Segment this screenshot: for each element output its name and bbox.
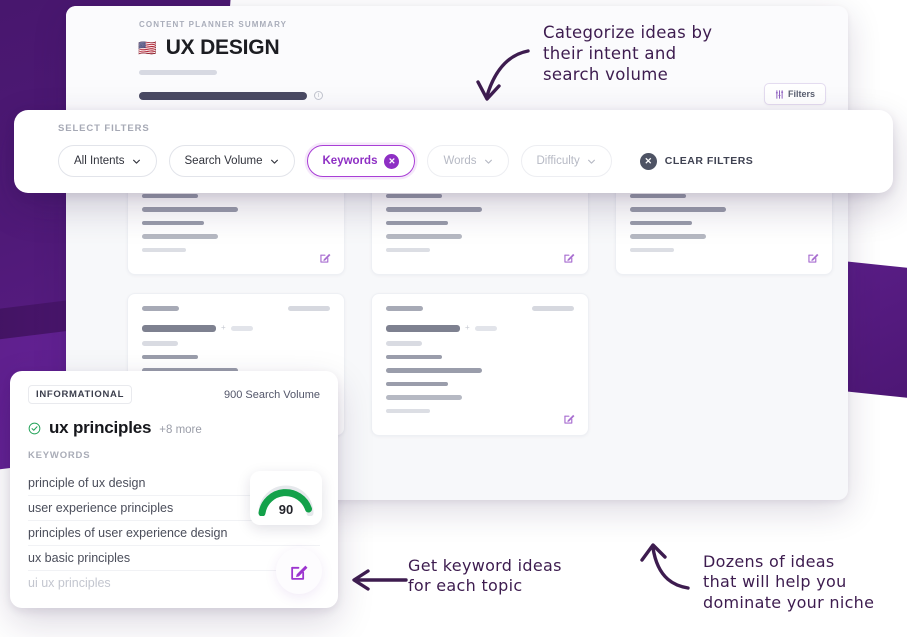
- skeleton-volume-bar: [532, 306, 574, 311]
- skeleton-line: [386, 341, 422, 346]
- filter-pill-label: Words: [443, 155, 477, 167]
- skeleton-line: [386, 193, 442, 198]
- header-placeholder-bar: [139, 70, 217, 75]
- filter-pill-difficulty[interactable]: Difficulty: [520, 145, 612, 177]
- chevron-down-icon: [270, 159, 278, 164]
- edit-pencil-icon[interactable]: [563, 412, 576, 425]
- arrow-bottom-left-annotation: [352, 569, 408, 591]
- info-icon[interactable]: i: [314, 91, 323, 100]
- gauge-score-value: 90: [278, 502, 294, 517]
- skeleton-card[interactable]: +: [371, 293, 589, 436]
- skeleton-intent-bar: [142, 306, 179, 311]
- keyword-card-header: INFORMATIONAL 900 Search Volume: [28, 385, 320, 404]
- skeleton-line: [630, 247, 674, 252]
- skeleton-keyword-row: +: [386, 324, 574, 332]
- skeleton-line: [142, 247, 186, 252]
- edit-pencil-icon: [290, 565, 307, 580]
- skeleton-line: [142, 354, 198, 359]
- skeleton-line: [630, 193, 686, 198]
- filters-button-label: Filters: [787, 89, 815, 99]
- page-title: UX DESIGN: [165, 36, 280, 59]
- annotation-bottom-left-text: Get keyword ideas for each topic: [408, 556, 562, 596]
- skeleton-line: [142, 207, 238, 212]
- chevron-down-icon: [484, 159, 492, 164]
- annotation-bottom-right-text: Dozens of ideas that will help you domin…: [703, 552, 875, 612]
- skeleton-keyword-bar: [386, 324, 460, 332]
- skeleton-plus-icon: +: [465, 323, 470, 332]
- screenshot-root: CONTENT PLANNER SUMMARY 🇺🇸 UX DESIGN i F…: [0, 0, 907, 637]
- intent-badge: INFORMATIONAL: [28, 385, 133, 404]
- sliders-icon: [775, 89, 784, 99]
- filter-pill-label: Difficulty: [536, 155, 580, 167]
- header-progress-row: i: [139, 91, 323, 100]
- skeleton-more-bar: [474, 325, 497, 331]
- keyword-title-row: ux principles +8 more: [28, 418, 320, 438]
- keyword-title: ux principles: [49, 418, 152, 437]
- close-circle-icon: ✕: [639, 152, 657, 170]
- skeleton-line: [386, 368, 482, 373]
- filter-pill-keywords[interactable]: Keywords ✕: [306, 145, 416, 177]
- skeleton-line: [386, 220, 448, 225]
- filter-panel: SELECT FILTERS All Intents Search Volume K…: [14, 110, 893, 193]
- skeleton-line: [386, 247, 430, 252]
- app-header: CONTENT PLANNER SUMMARY 🇺🇸 UX DESIGN i F…: [66, 6, 848, 114]
- skeleton-line: [142, 341, 178, 346]
- chevron-down-icon: [132, 159, 140, 164]
- keyword-detail-card[interactable]: INFORMATIONAL 900 Search Volume ux princ…: [10, 371, 338, 608]
- skeleton-line: [630, 207, 726, 212]
- difficulty-gauge: 90: [250, 471, 322, 525]
- annotation-top-text: Categorize ideas by their intent and sea…: [543, 23, 713, 85]
- skeleton-line: [386, 381, 448, 386]
- skeleton-volume-bar: [288, 306, 330, 311]
- page-title-row: 🇺🇸 UX DESIGN: [138, 36, 280, 60]
- skeleton-plus-icon: +: [221, 323, 226, 332]
- filter-pill-search-volume[interactable]: Search Volume: [168, 145, 295, 177]
- filter-pill-all-intents[interactable]: All Intents: [58, 145, 157, 177]
- edit-pencil-icon[interactable]: [563, 251, 576, 264]
- edit-pencil-icon[interactable]: [319, 251, 332, 264]
- page-eyebrow: CONTENT PLANNER SUMMARY: [139, 20, 288, 29]
- skeleton-line: [386, 395, 462, 400]
- filters-button[interactable]: Filters: [763, 83, 826, 105]
- skeleton-line: [386, 408, 430, 413]
- us-flag-icon: 🇺🇸: [138, 39, 157, 57]
- skeleton-line: [142, 193, 198, 198]
- filter-pill-label: Keywords: [322, 155, 378, 167]
- chevron-down-icon: [587, 159, 595, 164]
- progress-bar: [139, 91, 307, 100]
- edit-keyword-button[interactable]: [276, 548, 322, 594]
- skeleton-line: [630, 234, 706, 239]
- filter-pill-words[interactable]: Words: [427, 145, 509, 177]
- skeleton-card-header: [142, 306, 330, 311]
- arrow-bottom-right-annotation: [640, 543, 690, 590]
- arrow-top-annotation: [476, 49, 530, 101]
- filter-pill-label: All Intents: [74, 155, 125, 167]
- edit-pencil-icon[interactable]: [807, 251, 820, 264]
- skeleton-line: [386, 234, 462, 239]
- skeleton-card-header: [386, 306, 574, 311]
- filter-pill-label: Search Volume: [184, 155, 263, 167]
- check-circle-icon: [28, 422, 41, 434]
- skeleton-line: [386, 354, 442, 359]
- keywords-section-label: KEYWORDS: [28, 450, 91, 461]
- clear-filters-label: CLEAR FILTERS: [664, 155, 754, 167]
- skeleton-keyword-row: +: [142, 324, 330, 332]
- clear-filters-button[interactable]: ✕ CLEAR FILTERS: [639, 152, 754, 170]
- close-circle-icon[interactable]: ✕: [384, 153, 400, 169]
- skeleton-more-bar: [230, 325, 253, 331]
- filter-pill-row: All Intents Search Volume Keywords ✕ Words Di…: [58, 145, 893, 177]
- keyword-more-count[interactable]: +8 more: [159, 424, 202, 436]
- skeleton-line: [142, 220, 204, 225]
- select-filters-label: SELECT FILTERS: [58, 123, 150, 134]
- skeleton-keyword-bar: [142, 324, 216, 332]
- skeleton-line: [386, 207, 482, 212]
- skeleton-line: [630, 220, 692, 225]
- skeleton-intent-bar: [386, 306, 423, 311]
- skeleton-line: [142, 234, 218, 239]
- search-volume-label: 900 Search Volume: [223, 388, 320, 401]
